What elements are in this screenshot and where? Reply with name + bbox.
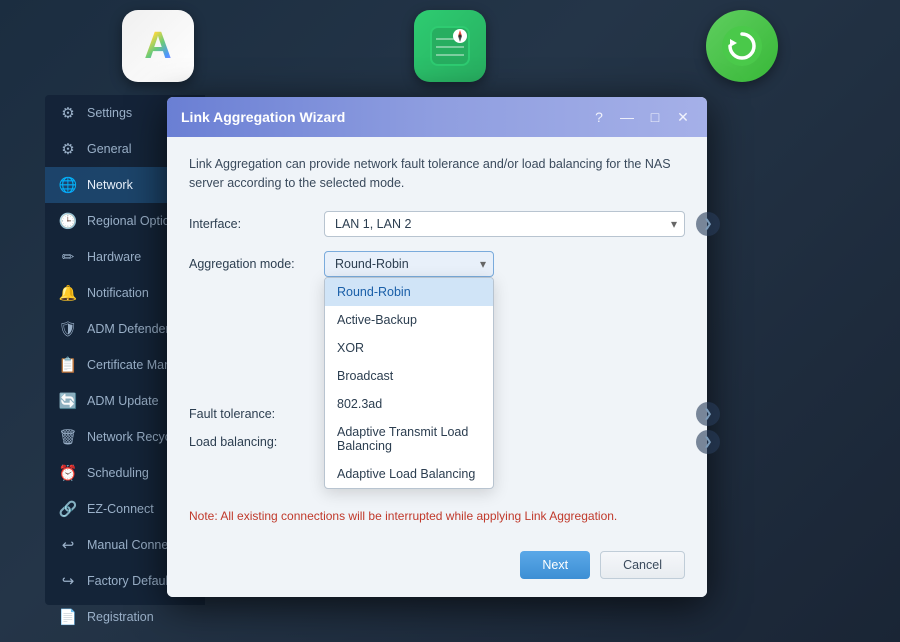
scheduling-icon: ⏰ <box>59 464 77 482</box>
admdefender-icon: 🛡 <box>59 320 77 338</box>
sidebar-item-label: Hardware <box>87 250 141 264</box>
sidebar-item-label: General <box>87 142 131 156</box>
interface-row-chevron: ❯ <box>696 212 720 236</box>
dropdown-option-8023ad[interactable]: 802.3ad <box>325 390 493 418</box>
dialog-title: Link Aggregation Wizard <box>181 109 345 125</box>
aggregation-select-wrapper: Round-Robin Round-Robin Active-Backup XO… <box>324 251 494 277</box>
aggregation-select[interactable]: Round-Robin <box>324 251 494 277</box>
cancel-button[interactable]: Cancel <box>600 551 685 579</box>
sidebar-item-label: Registration <box>87 610 154 624</box>
sidebar-item-label: ADM Update <box>87 394 159 408</box>
sidebar-item-label: EZ-Connect <box>87 502 154 516</box>
networkrecycle-icon: 🗑 <box>59 428 77 446</box>
aggregation-label: Aggregation mode: <box>189 257 324 271</box>
interface-select-wrapper: LAN 1, LAN 2 <box>324 211 685 237</box>
dropdown-option-xor[interactable]: XOR <box>325 334 493 362</box>
desktop: A <box>0 0 900 642</box>
aurora-app-icon[interactable]: A <box>122 10 194 82</box>
aggregation-dropdown: Round-Robin Active-Backup XOR Broadcast … <box>324 277 494 489</box>
network-icon: 🌐 <box>59 176 77 194</box>
factory-icon: ↪ <box>59 572 77 590</box>
load-row-chevron: ❯ <box>696 430 720 454</box>
maximize-button[interactable]: □ <box>645 107 665 127</box>
regional-icon: 🕒 <box>59 212 77 230</box>
sidebar-item-label: Network <box>87 178 133 192</box>
registration-icon: 📄 <box>59 608 77 626</box>
dialog-description: Link Aggregation can provide network fau… <box>189 155 685 193</box>
sidebar-item-label: ADM Defender <box>87 322 170 336</box>
manualconnect-icon: ↩ <box>59 536 77 554</box>
help-button[interactable]: ? <box>589 107 609 127</box>
dialog-titlebar: Link Aggregation Wizard ? — □ ✕ <box>167 97 707 137</box>
hardware-icon: ✏ <box>59 248 77 266</box>
interface-row: Interface: LAN 1, LAN 2 ❯ <box>189 211 685 237</box>
minimize-button[interactable]: — <box>617 107 637 127</box>
admupdate-icon: 🔄 <box>59 392 77 410</box>
aggregation-mode-row: Aggregation mode: Round-Robin Round-Robi… <box>189 251 685 277</box>
dialog-note: Note: All existing connections will be i… <box>189 509 685 523</box>
sidebar-item-label: Settings <box>87 106 132 120</box>
general-icon: ⚙ <box>59 140 77 158</box>
dropdown-option-broadcast[interactable]: Broadcast <box>325 362 493 390</box>
link-aggregation-dialog: Link Aggregation Wizard ? — □ ✕ Link Agg… <box>167 97 707 597</box>
cert-icon: 📋 <box>59 356 77 374</box>
load-label: Load balancing: <box>189 435 324 449</box>
notification-icon: 🔔 <box>59 284 77 302</box>
fault-label: Fault tolerance: <box>189 407 324 421</box>
interface-label: Interface: <box>189 217 324 231</box>
dialog-footer: Next Cancel <box>167 539 707 597</box>
next-button[interactable]: Next <box>520 551 590 579</box>
close-button[interactable]: ✕ <box>673 107 693 127</box>
interface-select[interactable]: LAN 1, LAN 2 <box>324 211 685 237</box>
sidebar-item-label: Scheduling <box>87 466 149 480</box>
sidebar-item-registration[interactable]: 📄 Registration <box>45 599 205 635</box>
settings-icon: ⚙ <box>59 104 77 122</box>
fault-row-chevron: ❯ <box>696 402 720 426</box>
sidebar-item-label: Factory Default <box>87 574 172 588</box>
dialog-controls: ? — □ ✕ <box>589 107 693 127</box>
dropdown-option-round-robin[interactable]: Round-Robin <box>325 278 493 306</box>
sidebar-item-label: Notification <box>87 286 149 300</box>
ezconnect-icon: 🔗 <box>59 500 77 518</box>
restore-app-icon[interactable] <box>706 10 778 82</box>
dialog-body: Link Aggregation can provide network fau… <box>167 137 707 539</box>
dropdown-option-adaptive-transmit[interactable]: Adaptive Transmit Load Balancing <box>325 418 493 460</box>
taskbar-icons: A <box>0 10 900 82</box>
dropdown-option-active-backup[interactable]: Active-Backup <box>325 306 493 334</box>
mapmaster-app-icon[interactable] <box>414 10 486 82</box>
dropdown-option-adaptive-load[interactable]: Adaptive Load Balancing <box>325 460 493 488</box>
